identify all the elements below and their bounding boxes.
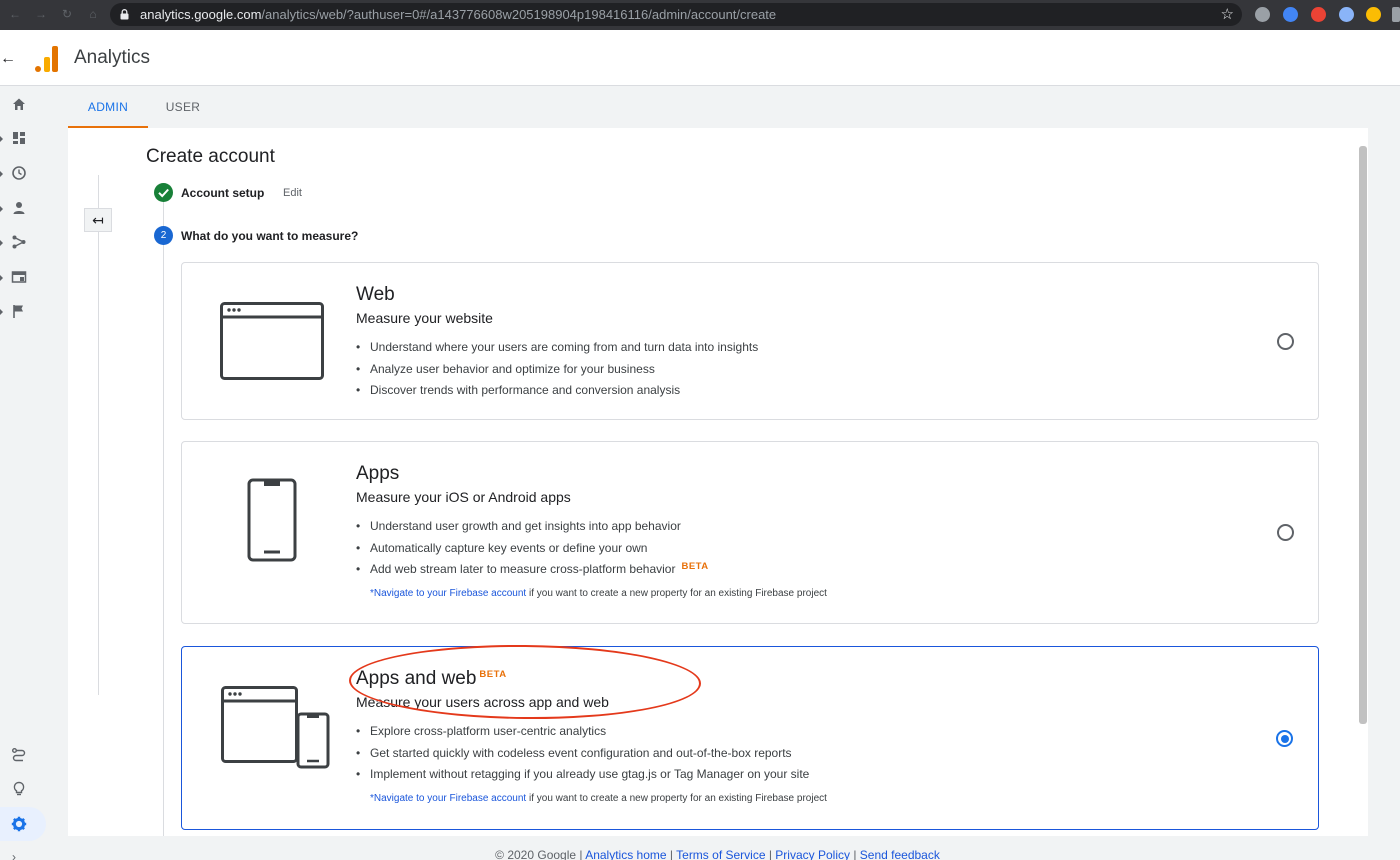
browser-window-icon	[220, 302, 324, 380]
footer-separator: |	[765, 848, 776, 860]
home-icon[interactable]	[11, 96, 27, 112]
list-item: Implement without retagging if you alrea…	[356, 764, 809, 786]
list-item: Understand user growth and get insights …	[356, 516, 709, 538]
smartphone-icon	[247, 478, 297, 562]
option-subtitle: Measure your users across app and web	[356, 694, 609, 710]
url-path: /analytics/web/?authuser=0#/a143776608w2…	[261, 7, 777, 22]
list-item: Understand where your users are coming f…	[356, 337, 758, 359]
option-card-apps[interactable]: Apps Measure your iOS or Android apps Un…	[181, 441, 1319, 624]
left-nav: ›	[0, 86, 46, 860]
acquisition-icon[interactable]	[11, 234, 27, 250]
extension-circle-icon[interactable]	[1339, 7, 1354, 22]
beta-badge: BETA	[681, 561, 709, 572]
list-item-text: Add web stream later to measure cross-pl…	[370, 562, 676, 576]
firebase-link[interactable]: *Navigate to your Firebase account	[370, 793, 526, 804]
bookmark-star-icon[interactable]: ☆	[1221, 5, 1234, 23]
browser-home-icon[interactable]: ⌂	[86, 7, 100, 21]
list-item: Discover trends with performance and con…	[356, 380, 758, 402]
footer-link-feedback[interactable]: Send feedback	[860, 848, 940, 860]
beta-badge: BETA	[479, 669, 507, 680]
edit-step-button[interactable]: Edit	[283, 187, 302, 199]
option-title: Apps	[356, 463, 400, 484]
option-bullets: Understand where your users are coming f…	[356, 337, 758, 402]
column-divider	[98, 175, 99, 695]
footer-link-terms[interactable]: Terms of Service	[676, 848, 765, 860]
firebase-note: *Navigate to your Firebase account if yo…	[370, 588, 827, 599]
behavior-icon[interactable]	[11, 269, 27, 285]
back-arrow-icon[interactable]: ←	[0, 50, 16, 68]
footer-link-analytics-home[interactable]: Analytics home	[585, 848, 666, 860]
browser-forward-icon[interactable]: →	[34, 7, 48, 21]
analytics-logo	[35, 44, 59, 72]
footer-separator: |	[666, 848, 677, 860]
footer-separator: |	[576, 848, 586, 860]
firebase-note-text: if you want to create a new property for…	[526, 793, 827, 804]
option-card-web[interactable]: Web Measure your website Understand wher…	[181, 262, 1319, 420]
address-bar[interactable]: analytics.google.com/analytics/web/?auth…	[110, 3, 1242, 26]
browser-reload-icon[interactable]: ↻	[60, 7, 74, 21]
firebase-note-text: if you want to create a new property for…	[526, 588, 827, 599]
step-account-setup: Account setup	[181, 186, 265, 200]
url-text: analytics.google.com/analytics/web/?auth…	[140, 7, 776, 22]
option-subtitle: Measure your iOS or Android apps	[356, 489, 571, 505]
option-card-apps-and-web[interactable]: Apps and web BETA Measure your users acro…	[181, 646, 1319, 830]
list-item: Get started quickly with codeless event …	[356, 743, 809, 765]
step-what-to-measure: What do you want to measure?	[181, 229, 359, 243]
expand-caret-icon[interactable]	[0, 275, 4, 281]
stepper-line	[163, 202, 164, 836]
firebase-note: *Navigate to your Firebase account if yo…	[370, 793, 827, 804]
app-title: Analytics	[74, 47, 151, 68]
step-complete-icon	[154, 183, 173, 202]
dashboard-icon[interactable]	[11, 130, 27, 146]
route-icon[interactable]	[11, 747, 27, 763]
app-header: ← Analytics	[0, 30, 1400, 86]
option-bullets: Explore cross-platform user-centric anal…	[356, 721, 809, 786]
browser-back-icon[interactable]: ←	[8, 7, 22, 21]
extension-bird-icon[interactable]	[1283, 7, 1298, 22]
option-bullets: Understand user growth and get insights …	[356, 516, 709, 581]
back-button[interactable]: ↤	[84, 208, 112, 232]
list-item: Add web stream later to measure cross-pl…	[356, 559, 709, 581]
extension-camera-icon[interactable]	[1255, 7, 1270, 22]
page-title: Create account	[146, 146, 275, 167]
flag-icon[interactable]	[11, 303, 27, 319]
footer: © 2020 Google | Analytics home | Terms o…	[0, 848, 1400, 860]
option-title: Apps and web BETA	[356, 668, 507, 690]
lightbulb-icon[interactable]	[11, 781, 27, 797]
browser-toolbar: ← → ↻ ⌂ analytics.google.com/analytics/w…	[0, 0, 1400, 30]
browser-and-phone-icon	[221, 686, 330, 769]
radio-apps-and-web[interactable]	[1276, 730, 1293, 747]
footer-separator: |	[849, 848, 860, 860]
radio-apps[interactable]	[1277, 524, 1294, 541]
expand-caret-icon[interactable]	[0, 171, 4, 177]
extension-c-icon[interactable]	[1366, 7, 1381, 22]
radio-web[interactable]	[1277, 333, 1294, 350]
firebase-link[interactable]: *Navigate to your Firebase account	[370, 588, 526, 599]
back-icon: ↤	[92, 212, 104, 228]
extension-x-icon[interactable]	[1311, 7, 1326, 22]
extension-overflow-icon[interactable]	[1392, 7, 1400, 22]
scrollbar-thumb[interactable]	[1359, 146, 1367, 724]
list-item: Analyze user behavior and optimize for y…	[356, 359, 758, 381]
lock-icon	[120, 9, 129, 20]
gear-icon[interactable]	[11, 816, 27, 832]
option-subtitle: Measure your website	[356, 310, 493, 326]
clock-icon[interactable]	[11, 165, 27, 181]
tab-user[interactable]: USER	[153, 86, 213, 128]
url-domain: analytics.google.com	[140, 7, 262, 22]
person-icon[interactable]	[11, 200, 27, 216]
option-title: Web	[356, 284, 395, 305]
expand-caret-icon[interactable]	[0, 240, 4, 246]
footer-link-privacy[interactable]: Privacy Policy	[775, 848, 850, 860]
expand-caret-icon[interactable]	[0, 136, 4, 142]
expand-caret-icon[interactable]	[0, 206, 4, 212]
copyright: © 2020 Google	[495, 848, 577, 860]
step-number-badge: 2	[154, 226, 173, 245]
tab-admin[interactable]: ADMIN	[68, 86, 148, 128]
list-item: Explore cross-platform user-centric anal…	[356, 721, 809, 743]
option-title-text: Apps and web	[356, 668, 477, 689]
list-item: Automatically capture key events or defi…	[356, 538, 709, 560]
expand-caret-icon[interactable]	[0, 309, 4, 315]
